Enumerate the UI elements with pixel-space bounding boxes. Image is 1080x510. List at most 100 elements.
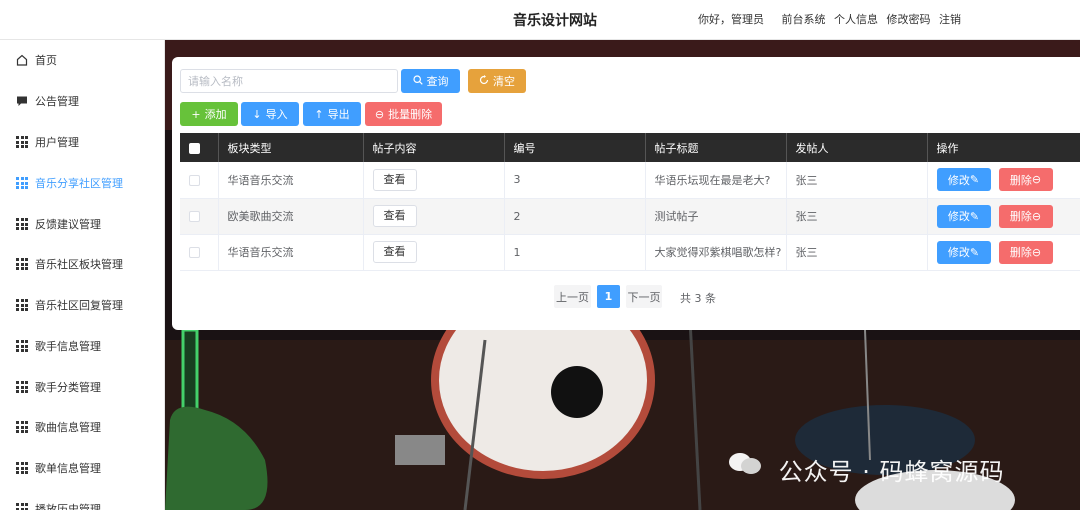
grid-icon bbox=[16, 462, 28, 474]
remove-circle-icon: ⊖ bbox=[1031, 173, 1042, 187]
add-button-label: 添加 bbox=[204, 108, 227, 121]
delete-button-label: 删除 bbox=[1009, 210, 1032, 223]
sidebar-item-label: 歌单信息管理 bbox=[35, 462, 101, 475]
title-cell: 测试帖子 bbox=[645, 198, 787, 235]
batch-delete-button-label: 批量删除 bbox=[388, 108, 433, 121]
sidebar-item-singer-categories[interactable]: 歌手分类管理 bbox=[0, 367, 164, 407]
edit-button[interactable]: 修改 ✎ bbox=[936, 168, 991, 192]
column-header: 板块类型 bbox=[218, 133, 364, 162]
row-checkbox[interactable] bbox=[189, 211, 200, 222]
id-cell: 2 bbox=[504, 198, 646, 235]
sidebar-item-feedback[interactable]: 反馈建议管理 bbox=[0, 204, 164, 244]
table-row: 欧美歌曲交流 查看 2 测试帖子 张三 修改 ✎ 删除 ⊖ bbox=[180, 198, 1080, 235]
sidebar-item-label: 反馈建议管理 bbox=[35, 218, 101, 231]
home-icon bbox=[16, 54, 28, 66]
edit-button-label: 修改 bbox=[947, 210, 970, 223]
profile-link[interactable]: 个人信息 bbox=[834, 13, 878, 26]
actions-cell: 修改 ✎ 删除 ⊖ bbox=[927, 198, 1080, 235]
sidebar-item-music-share[interactable]: 音乐分享社区管理 bbox=[0, 163, 164, 203]
remove-circle-icon: ⊖ bbox=[374, 107, 385, 121]
add-button[interactable]: + 添加 bbox=[180, 102, 238, 126]
sidebar-item-label: 歌手信息管理 bbox=[35, 340, 101, 353]
search-input[interactable] bbox=[180, 69, 398, 93]
arrow-down-icon: ↓ bbox=[252, 107, 262, 121]
table-row: 华语音乐交流 查看 1 大家觉得邓紫棋唱歌怎样? 张三 修改 ✎ 删除 ⊖ bbox=[180, 234, 1080, 271]
delete-button[interactable]: 删除 ⊖ bbox=[998, 168, 1053, 192]
select-all-checkbox[interactable] bbox=[189, 142, 200, 154]
view-content-button[interactable]: 查看 bbox=[372, 205, 417, 227]
select-all-cell[interactable] bbox=[180, 133, 219, 162]
sidebar-item-notice[interactable]: 公告管理 bbox=[0, 81, 164, 121]
column-header: 帖子内容 bbox=[363, 133, 505, 162]
logout-link[interactable]: 注销 bbox=[939, 13, 961, 26]
view-content-button[interactable]: 查看 bbox=[372, 241, 417, 263]
edit-icon: ✎ bbox=[969, 245, 980, 259]
author-cell: 张三 bbox=[786, 198, 928, 235]
change-password-link[interactable]: 修改密码 bbox=[887, 13, 931, 26]
table-row: 华语音乐交流 查看 3 华语乐坛现在最是老大? 张三 修改 ✎ 删除 ⊖ bbox=[180, 162, 1080, 199]
sidebar-item-songs[interactable]: 歌曲信息管理 bbox=[0, 407, 164, 447]
top-header: 音乐设计网站 你好，管理员 前台系统 个人信息 修改密码 注销 bbox=[0, 0, 1080, 40]
column-header: 发帖人 bbox=[786, 133, 928, 162]
edit-button-label: 修改 bbox=[947, 173, 970, 187]
search-button[interactable]: 查询 bbox=[401, 69, 460, 93]
sidebar-item-label: 播放历史管理 bbox=[35, 503, 101, 510]
view-content-button[interactable]: 查看 bbox=[372, 168, 417, 191]
clear-button-label: 清空 bbox=[493, 75, 515, 88]
import-button-label: 导入 bbox=[265, 108, 288, 121]
edit-button[interactable]: 修改 ✎ bbox=[936, 240, 991, 264]
page-number-button[interactable]: 1 bbox=[597, 285, 620, 308]
watermark-text: 公众号 · 码蜂窝源码 bbox=[778, 458, 1005, 486]
watermark: 公众号 · 码蜂窝源码 bbox=[728, 452, 1005, 487]
sidebar-item-singers[interactable]: 歌手信息管理 bbox=[0, 326, 164, 366]
sidebar-item-users[interactable]: 用户管理 bbox=[0, 122, 164, 162]
sidebar-item-replies[interactable]: 音乐社区回复管理 bbox=[0, 285, 164, 325]
plus-icon: + bbox=[191, 107, 201, 121]
column-header: 帖子标题 bbox=[645, 133, 787, 162]
id-cell: 3 bbox=[504, 162, 646, 199]
prev-page-button[interactable]: 上一页 bbox=[554, 285, 591, 308]
grid-icon bbox=[16, 258, 28, 270]
grid-icon bbox=[16, 340, 28, 352]
row-checkbox[interactable] bbox=[189, 247, 200, 258]
grid-icon bbox=[16, 136, 28, 148]
posts-table: 板块类型 帖子内容 编号 帖子标题 发帖人 操作 华语音乐交流 查看 3 华语乐… bbox=[180, 133, 1080, 271]
message-icon bbox=[16, 95, 28, 107]
column-header: 操作 bbox=[927, 133, 1080, 162]
sidebar-item-label: 歌手分类管理 bbox=[35, 381, 101, 394]
edit-button[interactable]: 修改 ✎ bbox=[936, 204, 991, 228]
grid-icon bbox=[16, 218, 28, 230]
sidebar-item-label: 音乐分享社区管理 bbox=[35, 177, 123, 190]
sidebar-item-label: 音乐社区回复管理 bbox=[35, 299, 123, 312]
search-button-label: 查询 bbox=[426, 75, 449, 88]
export-button[interactable]: ↑ 导出 bbox=[303, 102, 361, 126]
sidebar: 首页 公告管理 用户管理 音乐分享社区管理 反馈建议管理 音乐社区板块管理 音乐… bbox=[0, 40, 165, 510]
edit-icon: ✎ bbox=[969, 209, 980, 223]
arrow-up-icon: ↑ bbox=[314, 107, 324, 121]
frontend-link[interactable]: 前台系统 bbox=[782, 13, 826, 26]
export-button-label: 导出 bbox=[327, 108, 350, 121]
next-page-button[interactable]: 下一页 bbox=[626, 285, 662, 308]
author-cell: 张三 bbox=[786, 162, 928, 199]
clear-button[interactable]: 清空 bbox=[468, 69, 526, 93]
section-cell: 欧美歌曲交流 bbox=[218, 198, 364, 235]
sidebar-item-label: 歌曲信息管理 bbox=[35, 421, 101, 434]
sidebar-item-home[interactable]: 首页 bbox=[0, 40, 164, 80]
delete-button-label: 删除 bbox=[1009, 173, 1032, 187]
sidebar-item-label: 公告管理 bbox=[35, 95, 79, 108]
row-checkbox[interactable] bbox=[189, 174, 200, 186]
site-title: 音乐设计网站 bbox=[513, 13, 597, 29]
header-links: 你好，管理员 前台系统 个人信息 修改密码 注销 bbox=[698, 11, 966, 27]
batch-delete-button[interactable]: ⊖ 批量删除 bbox=[365, 102, 442, 126]
sidebar-item-label: 用户管理 bbox=[35, 136, 79, 149]
grid-icon bbox=[16, 299, 28, 311]
column-header: 编号 bbox=[504, 133, 646, 162]
search-icon bbox=[412, 74, 423, 88]
sidebar-item-play-history[interactable]: 播放历史管理 bbox=[0, 489, 164, 510]
sidebar-item-playlists[interactable]: 歌单信息管理 bbox=[0, 448, 164, 488]
sidebar-item-sections[interactable]: 音乐社区板块管理 bbox=[0, 244, 164, 284]
import-button[interactable]: ↓ 导入 bbox=[241, 102, 299, 126]
section-cell: 华语音乐交流 bbox=[218, 234, 364, 271]
delete-button[interactable]: 删除 ⊖ bbox=[998, 240, 1053, 264]
delete-button[interactable]: 删除 ⊖ bbox=[998, 204, 1053, 228]
